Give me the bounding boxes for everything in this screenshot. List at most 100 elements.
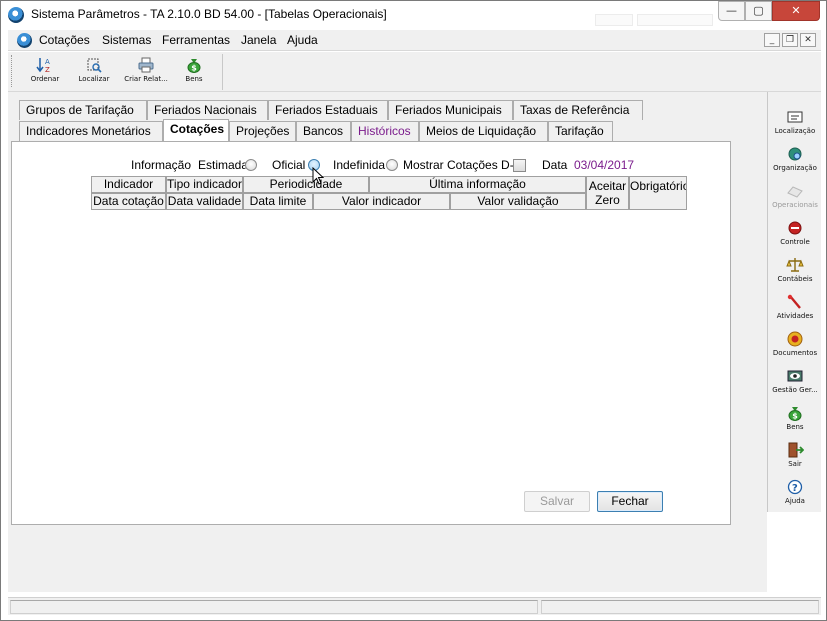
oficial-label: Oficial (272, 158, 306, 172)
sidebar-item-atividades[interactable]: Atividades (768, 291, 822, 327)
tab-feriados-municipais[interactable]: Feriados Municipais (388, 100, 513, 120)
svg-text:Z: Z (45, 66, 50, 73)
sidebar-item-localizacao[interactable]: Localização (768, 106, 822, 142)
help-icon: ? (786, 479, 804, 495)
data-value[interactable]: 03/04/2017 (574, 158, 634, 172)
menu-ferramentas[interactable]: Ferramentas (162, 33, 230, 47)
tab-historicos[interactable]: Históricos (351, 121, 419, 141)
sidebar-item-controle[interactable]: Controle (768, 217, 822, 253)
sidebar-item-bens[interactable]: $ Bens (768, 402, 822, 438)
status-bar (8, 597, 821, 615)
mdi-restore-button[interactable]: ❐ (782, 33, 798, 47)
mdi-close-button[interactable]: ✕ (800, 33, 816, 47)
window-title: Sistema Parâmetros - TA 2.10.0 BD 54.00 … (31, 7, 387, 21)
sidebar-label: Localização (774, 127, 816, 135)
col-data-limite[interactable]: Data limite (243, 193, 313, 210)
tab-projecoes[interactable]: Projeções (229, 121, 296, 141)
sidebar-label: Bens (786, 423, 804, 431)
svg-text:$: $ (792, 412, 798, 421)
sidebar-item-contabeis[interactable]: Contábeis (768, 254, 822, 290)
tab-indicadores-monetarios[interactable]: Indicadores Monetários (19, 121, 163, 141)
indefinida-radio[interactable] (386, 159, 398, 171)
tab-feriados-nacionais[interactable]: Feriados Nacionais (147, 100, 268, 120)
tab-grupos-tarifacao[interactable]: Grupos de Tarifação (19, 100, 147, 120)
col-valor-validacao[interactable]: Valor validação (450, 193, 586, 210)
toolbar-grip[interactable] (11, 55, 14, 87)
maximize-button[interactable]: ▢ (745, 1, 772, 21)
col-ultima-informacao[interactable]: Última informação (369, 176, 586, 193)
col-valor-indicador[interactable]: Valor indicador (313, 193, 450, 210)
toolbar: AZ Ordenar Localizar Criar Relat... $ Be… (8, 52, 821, 92)
data-label: Data (542, 158, 568, 172)
tab-taxas-referencia[interactable]: Taxas de Referência (513, 100, 643, 120)
menu-ajuda[interactable]: Ajuda (287, 33, 318, 47)
mouse-cursor-icon (312, 167, 324, 185)
col-aceitar-zero[interactable]: Aceitar Zero (586, 176, 629, 210)
tab-meios-liquidacao[interactable]: Meios de Liquidação (419, 121, 548, 141)
indefinida-label: Indefinida (333, 158, 386, 172)
col-periodicidade[interactable]: Periodicidade (243, 176, 369, 193)
col-tipo-indicador[interactable]: Tipo indicador (166, 176, 243, 193)
criar-relatorio-button[interactable]: Criar Relat... (120, 55, 172, 89)
status-pane (10, 600, 538, 614)
sidebar-item-organizacao[interactable]: Organização (768, 143, 822, 179)
sidebar-label: Sair (788, 460, 802, 468)
criar-relatorio-label: Criar Relat... (124, 75, 168, 83)
close-button[interactable]: ✕ (772, 1, 820, 21)
mostrar-d0-checkbox[interactable] (513, 159, 526, 172)
sidebar-item-gestao[interactable]: Gestão Ger... (768, 365, 822, 401)
bens-button[interactable]: $ Bens (169, 55, 219, 89)
estimada-radio[interactable] (245, 159, 257, 171)
mostrar-d0-label: Mostrar Cotações D-0 (403, 158, 521, 172)
activities-icon (786, 294, 804, 310)
tab-tarifacao[interactable]: Tarifação (548, 121, 613, 141)
informacao-label: Informação (131, 158, 192, 172)
document-icon[interactable] (17, 33, 32, 48)
sidebar-label: Documentos (772, 349, 818, 357)
sidebar-label: Ajuda (785, 497, 805, 505)
status-pane (541, 600, 819, 614)
tab-bancos[interactable]: Bancos (296, 121, 351, 141)
menu-janela[interactable]: Janela (241, 33, 276, 47)
col-indicador[interactable]: Indicador (91, 176, 166, 193)
sidebar-label: Atividades (776, 312, 814, 320)
minimize-button[interactable]: — (718, 1, 745, 21)
right-sidebar: Localização Organização Operacionais Con… (767, 92, 821, 512)
control-icon (786, 220, 804, 236)
col-data-validade[interactable]: Data validade (166, 193, 243, 210)
svg-text:A: A (45, 58, 50, 66)
sidebar-item-documentos[interactable]: Documentos (768, 328, 822, 364)
title-bar[interactable]: Sistema Parâmetros - TA 2.10.0 BD 54.00 … (1, 1, 826, 30)
location-icon (786, 109, 804, 125)
sort-az-icon: AZ (36, 57, 54, 74)
sidebar-label: Operacionais (772, 201, 818, 209)
bens-label: Bens (185, 75, 203, 83)
fechar-button[interactable]: Fechar (597, 491, 663, 512)
application-window: Sistema Parâmetros - TA 2.10.0 BD 54.00 … (0, 0, 827, 621)
menu-sistemas[interactable]: Sistemas (102, 33, 151, 47)
localizar-button[interactable]: Localizar (69, 55, 119, 89)
sidebar-item-sair[interactable]: Sair (768, 439, 822, 475)
sidebar-item-operacionais[interactable]: Operacionais (768, 180, 822, 216)
documents-icon (786, 331, 804, 347)
sidebar-label: Gestão Ger... (772, 386, 818, 394)
operations-icon (786, 183, 804, 199)
menu-cotacoes[interactable]: Cotações (39, 33, 90, 47)
salvar-button[interactable]: Salvar (524, 491, 590, 512)
sidebar-label: Controle (780, 238, 810, 246)
menu-bar: Cotações Sistemas Ferramentas Janela Aju… (8, 30, 821, 51)
localizar-label: Localizar (78, 75, 110, 83)
tab-cotacoes[interactable]: Cotações (163, 119, 229, 141)
tab-feriados-estaduais[interactable]: Feriados Estaduais (268, 100, 388, 120)
ordenar-button[interactable]: AZ Ordenar (20, 55, 70, 89)
col-obrigatorio[interactable]: Obrigatório (629, 176, 687, 210)
svg-text:$: $ (191, 64, 197, 73)
svg-text:?: ? (792, 483, 798, 494)
printer-icon (137, 57, 155, 73)
toolbar-separator (222, 54, 223, 90)
management-icon (786, 368, 804, 384)
mdi-minimize-button[interactable]: _ (764, 33, 780, 47)
sidebar-item-ajuda[interactable]: ? Ajuda (768, 476, 822, 512)
col-data-cotacao[interactable]: Data cotação (91, 193, 166, 210)
money-bag-icon: $ (185, 57, 203, 73)
